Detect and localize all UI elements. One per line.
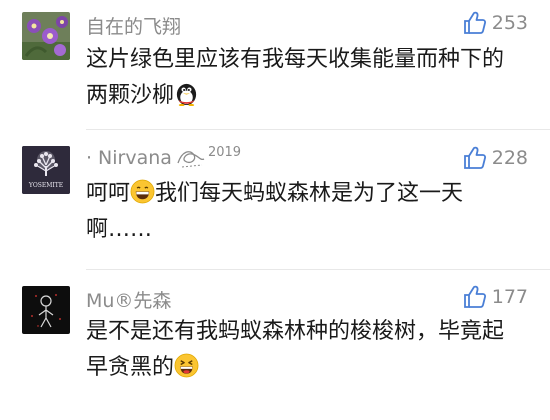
svg-text:YOSEMITE: YOSEMITE (28, 182, 63, 189)
like-button[interactable]: 177 (462, 284, 528, 310)
flower-avatar-icon (22, 12, 70, 60)
comment-item: Mu®先森 177 是不是还有我蚂蚁森林种的梭梭树，毕竟起早贪黑的 (0, 270, 550, 420)
comment-body: 是不是还有我蚂蚁森林种的梭梭树，毕竟起早贪黑的 (86, 319, 505, 380)
like-count: 177 (491, 286, 528, 308)
avatar[interactable] (22, 12, 70, 60)
like-button[interactable]: 253 (462, 10, 528, 36)
nickname-text: 自在的飞翔 (86, 16, 182, 38)
thumbs-up-icon (462, 284, 488, 310)
comment-nickname[interactable]: 自在的飞翔 (86, 12, 181, 39)
nickname-prefix: · (86, 147, 93, 169)
yosemite-tree-avatar-icon: YOSEMITE (22, 146, 70, 194)
comment-text: 这片绿色里应该有我每天收集能量而种下的两颗沙柳 (86, 42, 516, 114)
grinning-emoji-icon (130, 179, 155, 204)
comment-body-start: 呵呵 (86, 181, 131, 206)
comment-item: 自在的飞翔 253 这片绿色里应该有我每天收集能量而种下的两颗沙柳 (0, 0, 550, 130)
like-count: 228 (491, 147, 528, 169)
avatar[interactable] (22, 286, 70, 334)
dark-figure-avatar-icon (22, 286, 70, 334)
comment-text: 是不是还有我蚂蚁森林种的梭梭树，毕竟起早贪黑的 (86, 314, 516, 386)
laughing-emoji-icon (174, 353, 199, 378)
like-count: 253 (491, 12, 528, 34)
nickname-text: Nirvana (98, 147, 172, 169)
comment-text: 呵呵 我们每天蚂蚁森林是为了这一天啊…… (86, 176, 516, 248)
comment-body: 这片绿色里应该有我每天收集能量而种下的两颗沙柳 (86, 47, 505, 108)
thumbs-up-icon (462, 10, 488, 36)
penguin-emoji-icon (176, 83, 197, 106)
comment-nickname[interactable]: Mu®先森 (86, 286, 171, 313)
thumbs-up-icon (462, 145, 488, 171)
comment-nickname[interactable]: · Nirvana 2019 (86, 144, 242, 170)
nickname-text: Mu®先森 (86, 290, 172, 312)
comment-item: YOSEMITE · Nirvana 2019 228 呵呵 我们每天蚂蚁森林是… (0, 130, 550, 270)
avatar[interactable]: YOSEMITE (22, 146, 70, 194)
like-button[interactable]: 228 (462, 145, 528, 171)
signature-flourish-icon (177, 151, 205, 168)
nickname-suffix: 2019 (207, 144, 242, 160)
